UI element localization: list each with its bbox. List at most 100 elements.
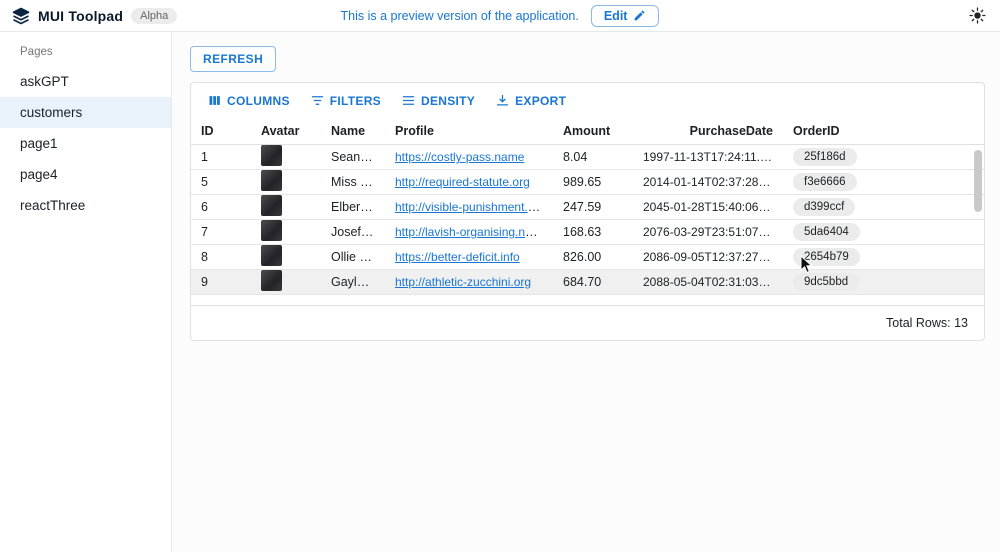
avatar-image <box>261 245 282 266</box>
cell-id: 9 <box>191 275 251 289</box>
orderid-chip: 2654b79 <box>793 248 860 266</box>
grid-rows: 1 Sean Harris https://costly-pass.name 8… <box>191 145 984 295</box>
profile-link[interactable]: http://required-statute.org <box>395 175 530 189</box>
cell-id: 5 <box>191 175 251 189</box>
sidebar-item-askgpt[interactable]: askGPT <box>0 66 171 97</box>
table-row[interactable]: 7 Josefina P… http://lavish-organising.n… <box>191 220 984 245</box>
main-content: REFRESH COLUMNS FILTERS DENSITY EXPORT <box>172 32 1000 552</box>
vertical-scrollbar[interactable] <box>974 150 982 305</box>
cell-orderid: d399ccf <box>783 198 984 216</box>
grid-toolbar: COLUMNS FILTERS DENSITY EXPORT <box>191 83 984 118</box>
sidebar: Pages askGPT customers page1 page4 react… <box>0 32 172 552</box>
cell-purchasedate: 2088-05-04T02:31:03.294Z <box>633 275 783 289</box>
cell-avatar <box>251 220 321 244</box>
sun-icon <box>969 7 986 24</box>
cell-avatar <box>251 270 321 294</box>
cell-amount: 247.59 <box>553 200 633 214</box>
orderid-chip: 9dc5bbd <box>793 273 859 291</box>
version-badge: Alpha <box>131 8 177 24</box>
sidebar-item-reactthree[interactable]: reactThree <box>0 190 171 221</box>
edit-button-label: Edit <box>604 9 628 23</box>
cell-avatar <box>251 145 321 169</box>
orderid-chip: 25f186d <box>793 148 857 166</box>
cell-orderid: f3e6666 <box>783 173 984 191</box>
export-button[interactable]: EXPORT <box>487 89 574 112</box>
cell-name: Josefina P… <box>321 225 385 239</box>
table-row[interactable]: 8 Ollie Green… https://better-deficit.in… <box>191 245 984 270</box>
cell-profile: http://visible-punishment.net <box>385 200 553 214</box>
columns-button[interactable]: COLUMNS <box>199 89 298 112</box>
column-header-orderid[interactable]: OrderID <box>783 124 984 138</box>
cell-avatar <box>251 245 321 269</box>
scrollbar-thumb[interactable] <box>974 150 982 212</box>
cell-profile: https://costly-pass.name <box>385 150 553 164</box>
cell-purchasedate: 2086-09-05T12:37:27.015Z <box>633 250 783 264</box>
cell-amount: 168.63 <box>553 225 633 239</box>
column-header-name[interactable]: Name <box>321 124 385 138</box>
cell-amount: 8.04 <box>553 150 633 164</box>
cell-profile: https://better-deficit.info <box>385 250 553 264</box>
cell-orderid: 5da6404 <box>783 223 984 241</box>
density-button[interactable]: DENSITY <box>393 89 483 112</box>
cell-orderid: 9dc5bbd <box>783 273 984 291</box>
cell-id: 8 <box>191 250 251 264</box>
avatar-image <box>261 195 282 216</box>
density-button-label: DENSITY <box>421 94 475 108</box>
theme-toggle-button[interactable] <box>967 5 988 26</box>
total-rows-label: Total Rows: 13 <box>886 316 968 330</box>
avatar-image <box>261 220 282 241</box>
cell-id: 7 <box>191 225 251 239</box>
column-header-id[interactable]: ID <box>191 124 251 138</box>
app-title: MUI Toolpad <box>38 8 123 24</box>
profile-link[interactable]: https://better-deficit.info <box>395 250 520 264</box>
density-icon <box>401 93 416 108</box>
app-header: MUI Toolpad Alpha This is a preview vers… <box>0 0 1000 32</box>
export-button-label: EXPORT <box>515 94 566 108</box>
profile-link[interactable]: http://athletic-zucchini.org <box>395 275 531 289</box>
cell-avatar <box>251 195 321 219</box>
table-row[interactable]: 5 Miss Juan … http://required-statute.or… <box>191 170 984 195</box>
grid-footer: Total Rows: 13 <box>191 305 984 340</box>
column-header-amount[interactable]: Amount <box>553 124 633 138</box>
orderid-chip: f3e6666 <box>793 173 857 191</box>
cell-amount: 826.00 <box>553 250 633 264</box>
avatar-image <box>261 270 282 291</box>
sidebar-item-customers[interactable]: customers <box>0 97 171 128</box>
cell-purchasedate: 2076-03-29T23:51:07.968Z <box>633 225 783 239</box>
orderid-chip: 5da6404 <box>793 223 860 241</box>
profile-link[interactable]: https://costly-pass.name <box>395 150 524 164</box>
cell-amount: 989.65 <box>553 175 633 189</box>
edit-button[interactable]: Edit <box>591 5 660 27</box>
table-row[interactable]: 1 Sean Harris https://costly-pass.name 8… <box>191 145 984 170</box>
column-header-profile[interactable]: Profile <box>385 124 553 138</box>
orderid-chip: d399ccf <box>793 198 855 216</box>
columns-icon <box>207 93 222 108</box>
cell-name: Gayle Den… <box>321 275 385 289</box>
cell-profile: http://required-statute.org <box>385 175 553 189</box>
sidebar-item-page4[interactable]: page4 <box>0 159 171 190</box>
cell-name: Sean Harris <box>321 150 385 164</box>
column-header-purchasedate[interactable]: PurchaseDate <box>633 124 783 138</box>
avatar-image <box>261 170 282 191</box>
column-header-avatar[interactable]: Avatar <box>251 124 321 138</box>
cell-name: Elbert McL… <box>321 200 385 214</box>
table-row[interactable]: 9 Gayle Den… http://athletic-zucchini.or… <box>191 270 984 295</box>
sidebar-section-label: Pages <box>0 40 171 66</box>
filters-button[interactable]: FILTERS <box>302 89 389 112</box>
cell-profile: http://athletic-zucchini.org <box>385 275 553 289</box>
grid-header-row: ID Avatar Name Profile Amount PurchaseDa… <box>191 118 984 145</box>
cell-purchasedate: 2014-01-14T02:37:28.536Z <box>633 175 783 189</box>
app-logo-icon <box>12 7 30 25</box>
table-row[interactable]: 6 Elbert McL… http://visible-punishment.… <box>191 195 984 220</box>
columns-button-label: COLUMNS <box>227 94 290 108</box>
cell-id: 1 <box>191 150 251 164</box>
cell-orderid: 2654b79 <box>783 248 984 266</box>
filter-icon <box>310 93 325 108</box>
cell-name: Ollie Green… <box>321 250 385 264</box>
profile-link[interactable]: http://visible-punishment.net <box>395 200 544 214</box>
cell-profile: http://lavish-organising.name <box>385 225 553 239</box>
filters-button-label: FILTERS <box>330 94 381 108</box>
profile-link[interactable]: http://lavish-organising.name <box>395 225 548 239</box>
sidebar-item-page1[interactable]: page1 <box>0 128 171 159</box>
refresh-button[interactable]: REFRESH <box>190 46 276 72</box>
